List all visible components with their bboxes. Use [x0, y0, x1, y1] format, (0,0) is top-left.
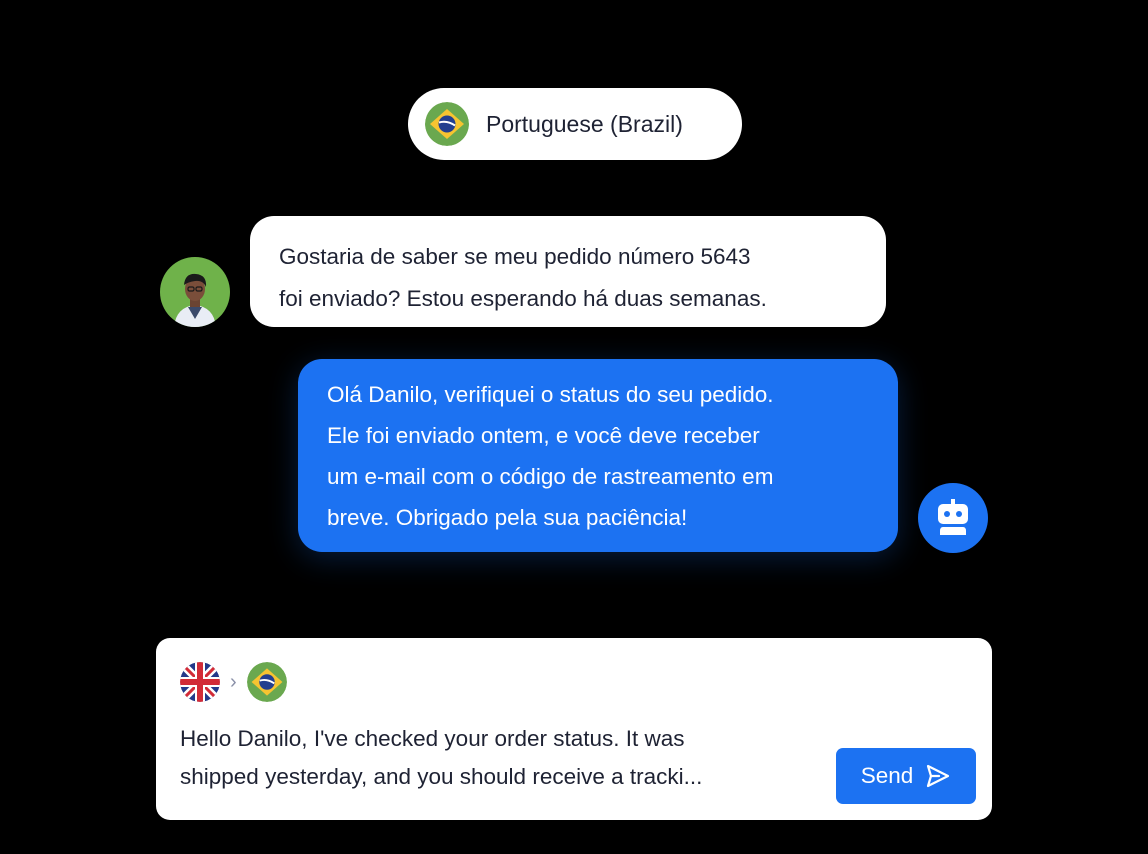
translation-direction[interactable]: ›	[180, 662, 287, 702]
message-line: foi enviado? Estou esperando há duas sem…	[279, 286, 767, 311]
message-line: Ele foi enviado ontem, e você deve receb…	[327, 423, 760, 448]
message-composer: › Hello Danilo, I've checked your order …	[156, 638, 992, 820]
language-selector[interactable]: Portuguese (Brazil)	[408, 88, 742, 160]
bot-message-bubble: Olá Danilo, verifiquei o status do seu p…	[298, 359, 898, 552]
language-label: Portuguese (Brazil)	[486, 110, 683, 137]
brazil-flag-icon	[246, 662, 287, 702]
bot-avatar	[918, 483, 988, 553]
message-line: breve. Obrigado pela sua paciência!	[327, 505, 688, 530]
chevron-right-icon: ›	[230, 671, 237, 693]
message-line: Gostaria de saber se meu pedido número 5…	[279, 244, 751, 269]
send-button[interactable]: Send	[836, 748, 976, 804]
send-button-label: Send	[860, 763, 914, 788]
robot-icon	[938, 499, 968, 535]
message-line: um e-mail com o código de rastreamento e…	[327, 464, 774, 489]
message-input[interactable]: Hello Danilo, I've checked your order st…	[180, 720, 820, 796]
brazil-flag-icon	[425, 102, 469, 146]
uk-flag-icon	[180, 662, 220, 702]
send-icon	[927, 764, 950, 788]
input-line: shipped yesterday, and you should receiv…	[180, 764, 703, 789]
customer-message-bubble: Gostaria de saber se meu pedido número 5…	[250, 216, 886, 327]
input-line: Hello Danilo, I've checked your order st…	[180, 726, 685, 751]
customer-avatar	[160, 257, 230, 327]
message-line: Olá Danilo, verifiquei o status do seu p…	[327, 382, 774, 407]
